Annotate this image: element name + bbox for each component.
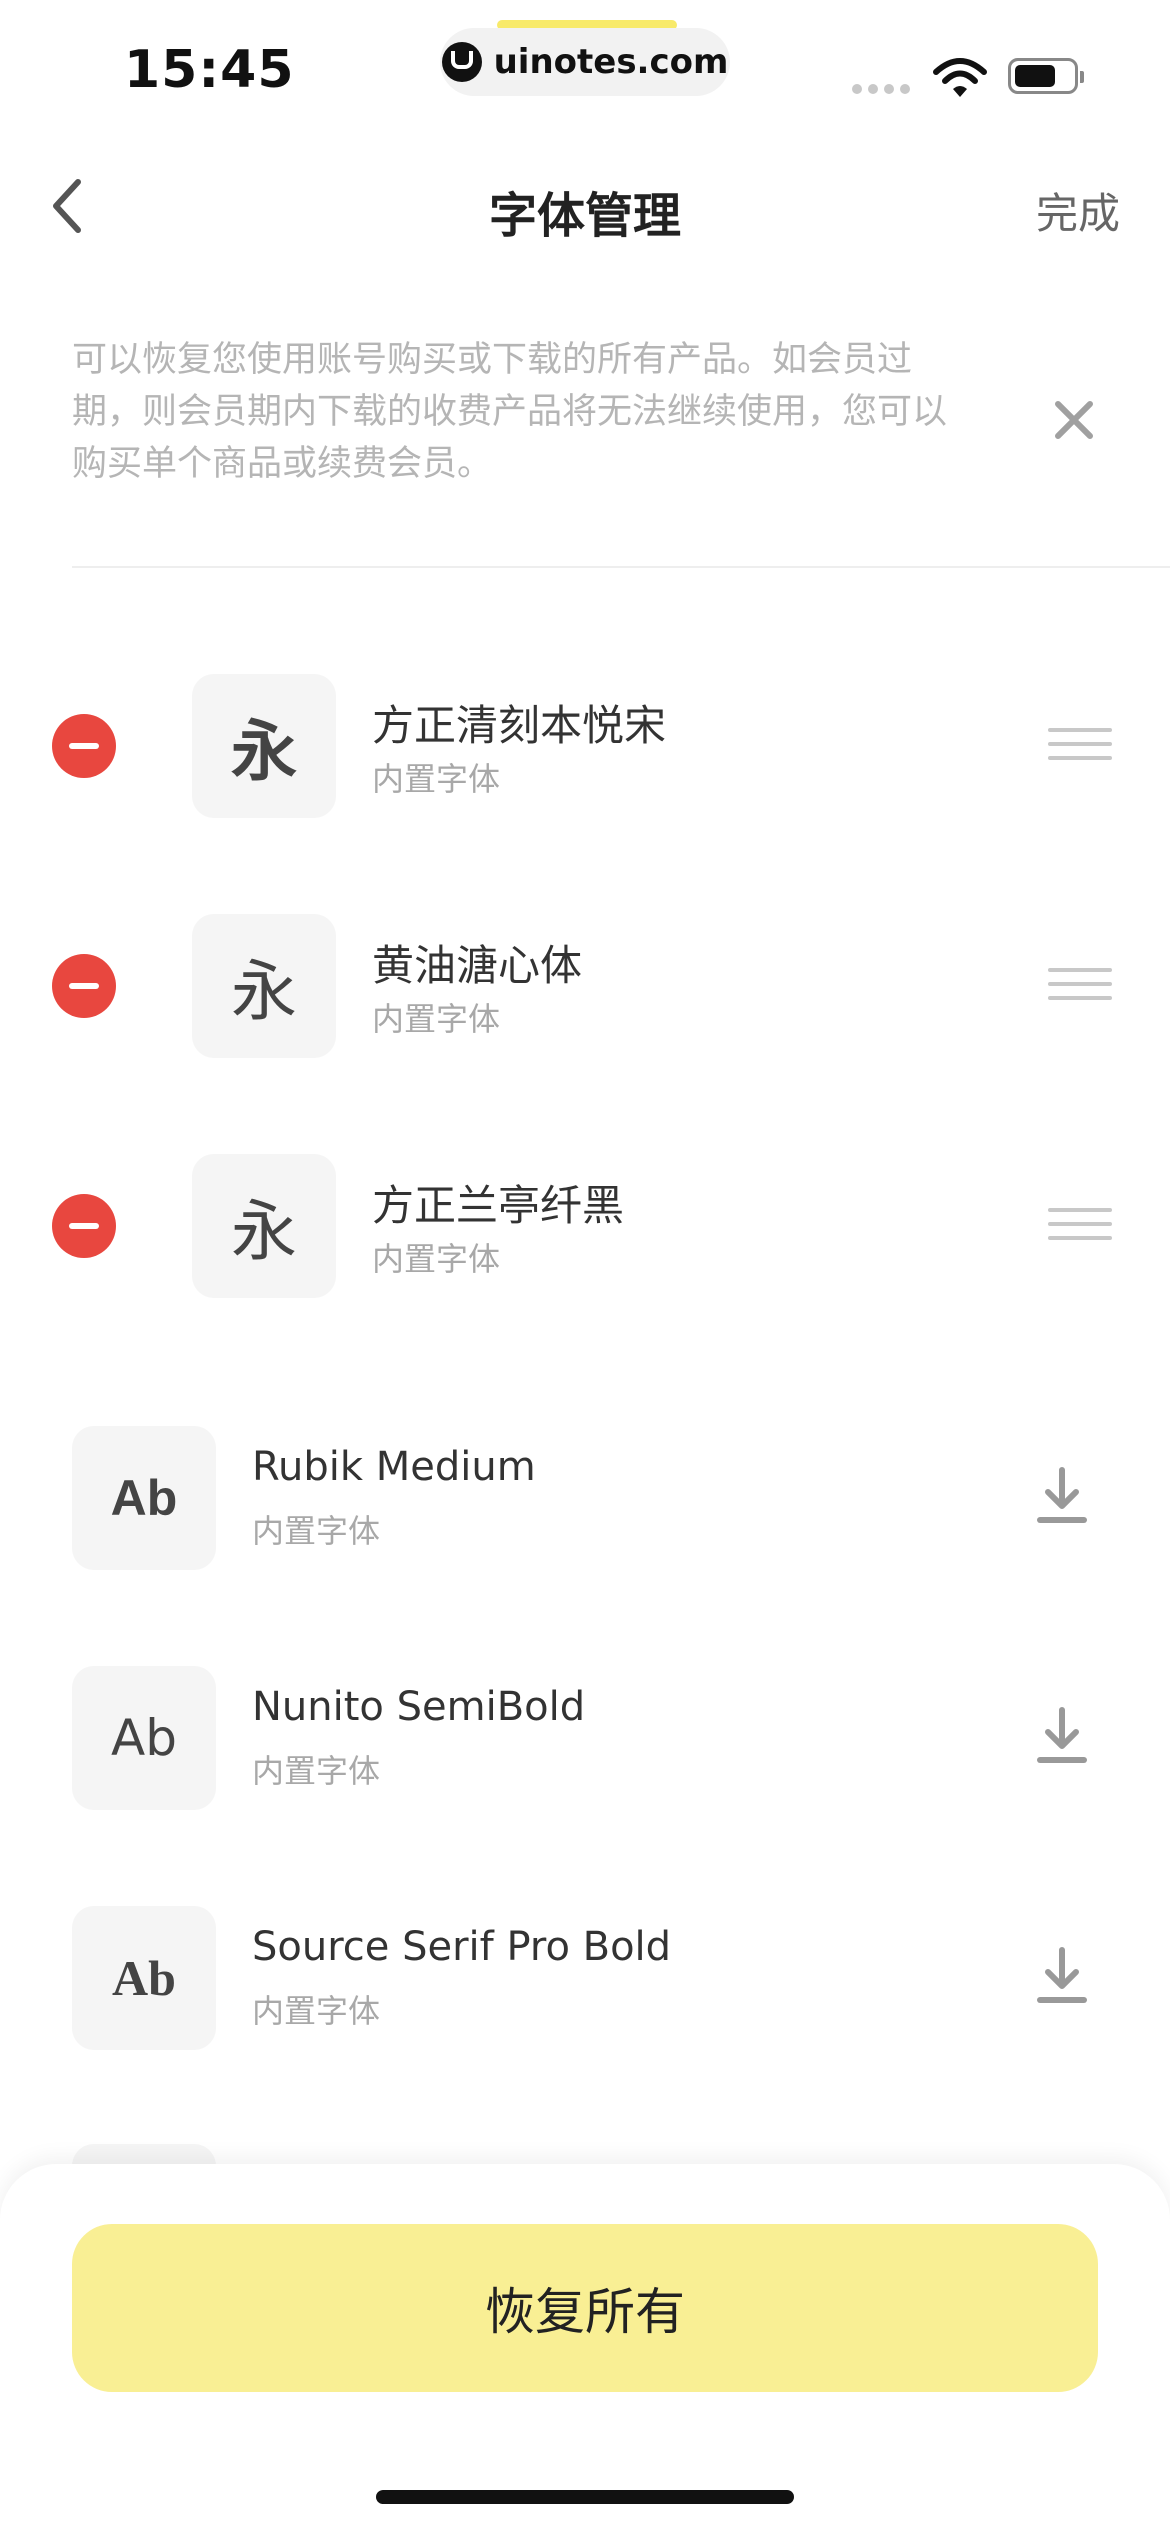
font-name: Source Serif Pro Bold [252,1924,672,1970]
download-font-row[interactable]: Ab Source Serif Pro Bold 内置字体 [0,1904,1170,2054]
font-preview-thumb: 永 [192,914,336,1058]
download-icon[interactable] [1036,1946,1088,2006]
font-preview-thumb: 永 [192,1154,336,1298]
signal-icon [852,84,910,94]
remove-icon[interactable] [52,954,116,1018]
font-name: 黄油溏心体 [372,941,583,990]
font-tag: 内置字体 [372,760,501,798]
drag-handle-icon[interactable] [1048,728,1112,764]
status-time: 15:45 [124,40,295,100]
home-indicator [376,2490,794,2504]
font-preview-thumb: Ab [72,1426,216,1570]
font-tag: 内置字体 [372,1240,501,1278]
font-preview-thumb: 永 [192,674,336,818]
url-pill[interactable]: uinotes.com [440,28,730,96]
remove-icon[interactable] [52,1194,116,1258]
installed-font-row: 永 方正兰亭纤黑 内置字体 [0,1152,1170,1302]
font-tag: 内置字体 [252,1752,381,1790]
url-text: uinotes.com [493,42,729,82]
page-title: 字体管理 [488,188,681,244]
installed-font-row: 永 黄油溏心体 内置字体 [0,912,1170,1062]
download-icon[interactable] [1036,1466,1088,1526]
font-preview-thumb: Ab [72,1666,216,1810]
restore-all-button[interactable]: 恢复所有 [72,2224,1098,2392]
remove-icon[interactable] [52,714,116,778]
battery-icon [1008,58,1084,94]
download-font-row[interactable]: Ab Rubik Medium 内置字体 [0,1424,1170,1574]
font-name: 方正清刻本悦宋 [372,701,667,750]
font-preview-thumb: Ab [72,1906,216,2050]
wifi-icon [933,58,987,97]
font-name: 方正兰亭纤黑 [372,1181,625,1230]
download-font-row[interactable]: Ab Nunito SemiBold 内置字体 [0,1664,1170,1814]
download-icon[interactable] [1036,1706,1088,1766]
site-logo-icon [441,42,482,82]
font-name: Rubik Medium [252,1444,536,1490]
font-tag: 内置字体 [372,1000,501,1038]
drag-handle-icon[interactable] [1048,968,1112,1004]
restore-notice: 可以恢复您使用账号购买或下载的所有产品。如会员过期，则会员期内下载的收费产品将无… [72,340,948,484]
font-tag: 内置字体 [252,1512,381,1550]
done-button[interactable]: 完成 [1036,180,1120,241]
font-name: Nunito SemiBold [252,1684,586,1730]
close-icon[interactable] [1052,398,1096,442]
divider [72,566,1170,568]
drag-handle-icon[interactable] [1048,1208,1112,1244]
font-tag: 内置字体 [252,1992,381,2030]
installed-font-row: 永 方正清刻本悦宋 内置字体 [0,672,1170,822]
